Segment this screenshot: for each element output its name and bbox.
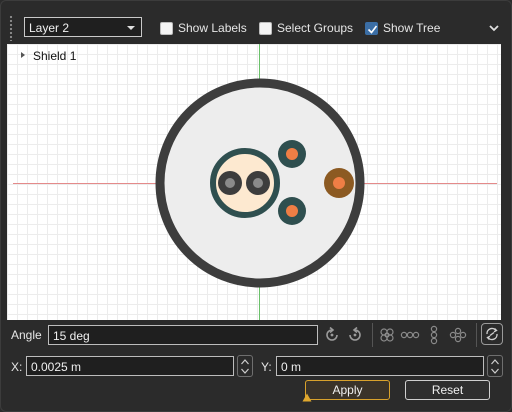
collapse-chevron-icon[interactable] <box>488 22 500 34</box>
conductor-bottom-core <box>286 205 298 217</box>
angle-input[interactable]: 15 deg <box>48 325 318 345</box>
show-labels-label: Show Labels <box>178 21 247 35</box>
show-tree-box[interactable] <box>365 21 378 35</box>
spin-down-icon[interactable] <box>491 368 499 374</box>
refresh-link-button[interactable] <box>481 323 503 345</box>
inner-wire-right-center <box>253 178 263 188</box>
show-tree-checkbox[interactable]: Show Tree <box>365 20 440 36</box>
spin-down-icon[interactable] <box>241 368 249 374</box>
select-groups-box[interactable] <box>259 21 272 35</box>
scatter-button[interactable] <box>448 325 468 345</box>
x-label: X: <box>11 360 23 374</box>
toolbar-separator <box>476 323 477 347</box>
spin-up-icon[interactable] <box>491 359 499 365</box>
x-value: 0.0025 m <box>31 360 82 374</box>
x-input[interactable]: 0.0025 m <box>26 356 234 376</box>
show-labels-checkbox[interactable]: Show Labels <box>160 20 247 36</box>
checkmark-icon <box>367 25 378 34</box>
bundle-button[interactable] <box>377 325 397 345</box>
dropdown-caret-icon <box>127 26 135 30</box>
bundle-icon <box>380 328 394 342</box>
y-label: Y: <box>261 360 272 374</box>
rotate-cw-button[interactable] <box>345 325 365 345</box>
x-spinner[interactable] <box>237 355 253 377</box>
inner-wire-left-center <box>225 178 235 188</box>
layer-dropdown[interactable]: Layer 2 <box>24 17 142 37</box>
rotate-ccw-icon <box>326 326 338 341</box>
cable-canvas[interactable]: Shield 1 <box>7 44 501 320</box>
y-spinner[interactable] <box>487 355 503 377</box>
chain-horizontal-icon <box>400 331 420 339</box>
reset-button[interactable]: Reset <box>405 380 490 400</box>
angle-value: 15 deg <box>53 329 90 343</box>
scatter-icon <box>449 327 467 343</box>
layer-dropdown-value: Layer 2 <box>29 21 70 35</box>
apply-button[interactable]: Apply <box>305 380 390 400</box>
y-value: 0 m <box>281 360 302 374</box>
drain-wire-core <box>333 177 345 189</box>
warning-icon <box>302 393 312 402</box>
grip-icon[interactable] <box>9 15 13 41</box>
show-tree-label: Show Tree <box>383 21 441 35</box>
spin-up-icon[interactable] <box>241 359 249 365</box>
refresh-link-icon <box>486 327 498 341</box>
chain-vertical-icon <box>430 325 438 345</box>
conductor-top-core <box>286 148 298 160</box>
rotate-cw-icon <box>349 326 361 341</box>
chain-vertical-button[interactable] <box>424 325 444 345</box>
select-groups-checkbox[interactable]: Select Groups <box>259 20 353 36</box>
cable-cross-section[interactable] <box>7 44 501 320</box>
toolbar-separator <box>372 323 373 347</box>
angle-label: Angle <box>11 328 42 342</box>
rotate-ccw-button[interactable] <box>322 325 342 345</box>
show-labels-box[interactable] <box>160 21 173 35</box>
select-groups-label: Select Groups <box>277 21 354 35</box>
y-input[interactable]: 0 m <box>276 356 484 376</box>
chain-horizontal-button[interactable] <box>400 325 420 345</box>
